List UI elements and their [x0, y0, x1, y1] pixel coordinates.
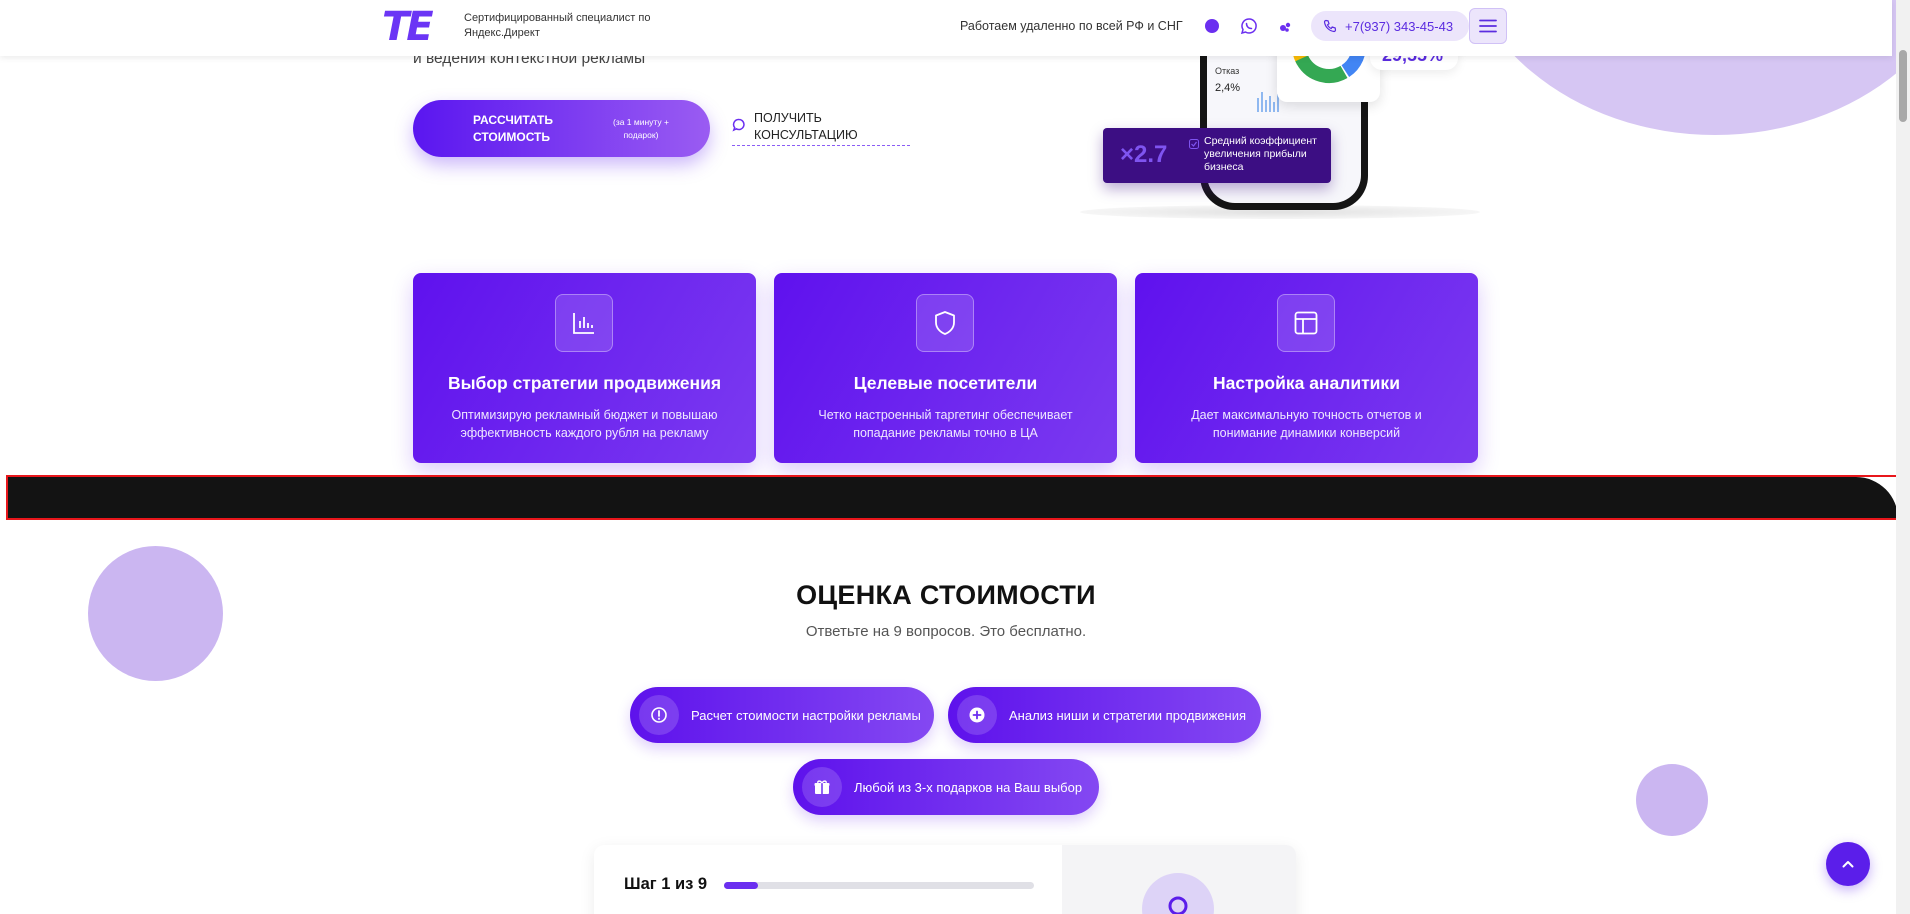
calculate-cost-button-label: РАССЧИТАТЬ СТОИМОСТЬ [473, 113, 554, 144]
feature-title: Выбор стратегии продвижения [447, 373, 722, 393]
quiz-card: Шаг 1 из 9 [594, 845, 1296, 914]
feature-description: Оптимизирую рекламный бюджет и повышаю э… [451, 408, 718, 440]
feature-title: Настройка аналитики [1213, 373, 1400, 393]
logo[interactable]: TE [382, 6, 452, 48]
alert-circle-icon [639, 695, 679, 735]
get-consultation-link[interactable]: ПОЛУЧИТЬ КОНСУЛЬТАЦИЮ [732, 110, 910, 146]
header-tagline: Сертифицированный специалист по Яндекс.Д… [464, 12, 651, 39]
menu-button[interactable] [1469, 8, 1507, 44]
profit-stat-text: Средний коэффициент увеличения прибыли б… [1204, 135, 1317, 173]
plus-circle-icon [957, 695, 997, 735]
decorative-blob [1636, 764, 1708, 836]
max-icon[interactable] [1201, 15, 1223, 37]
bounce-label: Отказ [1215, 66, 1240, 76]
quiz-progress-fill [724, 882, 759, 889]
benefit-pill-gift[interactable]: Любой из 3-х подарков на Ваш выбор [793, 759, 1099, 815]
benefit-pill-label: Расчет стоимости настройки рекламы [691, 707, 921, 723]
calculate-cost-button-note: (за 1 минуту + подарок) [612, 117, 669, 140]
feature-description: Четко настроенный таргетинг обеспечивает… [818, 408, 1073, 440]
page: и ведения контекстной рекламы РАССЧИТАТЬ… [0, 0, 1910, 914]
site-header: TE Сертифицированный специалист по Яндек… [0, 0, 1892, 56]
scrollbar-thumb[interactable] [1899, 50, 1907, 122]
benefit-pill-label: Любой из 3-х подарков на Ваш выбор [854, 779, 1083, 795]
chart-icon [555, 294, 613, 352]
check-icon [1189, 139, 1199, 149]
feature-card-strategy: Выбор стратегии продвижения Оптимизирую … [413, 273, 756, 463]
scrollbar[interactable] [1896, 0, 1910, 914]
vk-icon[interactable] [1274, 15, 1296, 37]
chat-icon [732, 118, 746, 145]
bounce-value: 2,4% [1215, 82, 1241, 94]
quiz-badge [1142, 873, 1214, 914]
profit-multiplier: ×2.7 [1120, 141, 1168, 168]
calculate-cost-button[interactable]: РАССЧИТАТЬ СТОИМОСТЬ (за 1 минуту + пода… [413, 100, 710, 157]
phone-number: +7(937) 343-45-43 [1345, 18, 1454, 34]
benefit-pill-analysis[interactable]: Анализ ниши и стратегии продвижения [948, 687, 1261, 743]
feature-card-analytics: Настройка аналитики Дает максимальную то… [1135, 273, 1478, 463]
feature-title: Целевые посетители [853, 373, 1038, 393]
get-consultation-label: ПОЛУЧИТЬ КОНСУЛЬТАЦИЮ [754, 111, 858, 142]
circle-icon [1168, 896, 1188, 914]
feature-description: Дает максимальную точность отчетов и пон… [1191, 408, 1422, 440]
profit-stat-card: ×2.7 Средний коэффициент увеличения приб… [1103, 128, 1331, 183]
section-subtitle: Ответьте на 9 вопросов. Это бесплатно. [805, 623, 1087, 640]
header-remote-work: Работаем удаленно по всей РФ и СНГ [960, 19, 1183, 33]
quiz-side-panel [1062, 845, 1296, 914]
scroll-to-top-button[interactable] [1826, 842, 1870, 886]
menu-icon [1479, 19, 1497, 33]
gift-icon [802, 767, 842, 807]
chevron-up-icon [1842, 861, 1854, 868]
benefit-pill-label: Анализ ниши и стратегии продвижения [1009, 707, 1247, 723]
phone-icon [1323, 19, 1337, 33]
quiz-step-label: Шаг 1 из 9 [624, 875, 708, 893]
shield-icon [916, 294, 974, 352]
highlight-box [6, 475, 1899, 520]
benefit-pill-cost[interactable]: Расчет стоимости настройки рекламы [630, 687, 934, 743]
layout-icon [1277, 294, 1335, 352]
quiz-progress-bar [724, 882, 1034, 889]
feature-card-visitors: Целевые посетители Четко настроенный тар… [774, 273, 1117, 463]
decorative-blob [88, 546, 223, 681]
whatsapp-icon[interactable] [1238, 15, 1260, 37]
section-title: ОЦЕНКА СТОИМОСТИ [796, 580, 1096, 610]
phone-button[interactable]: +7(937) 343-45-43 [1311, 11, 1469, 41]
